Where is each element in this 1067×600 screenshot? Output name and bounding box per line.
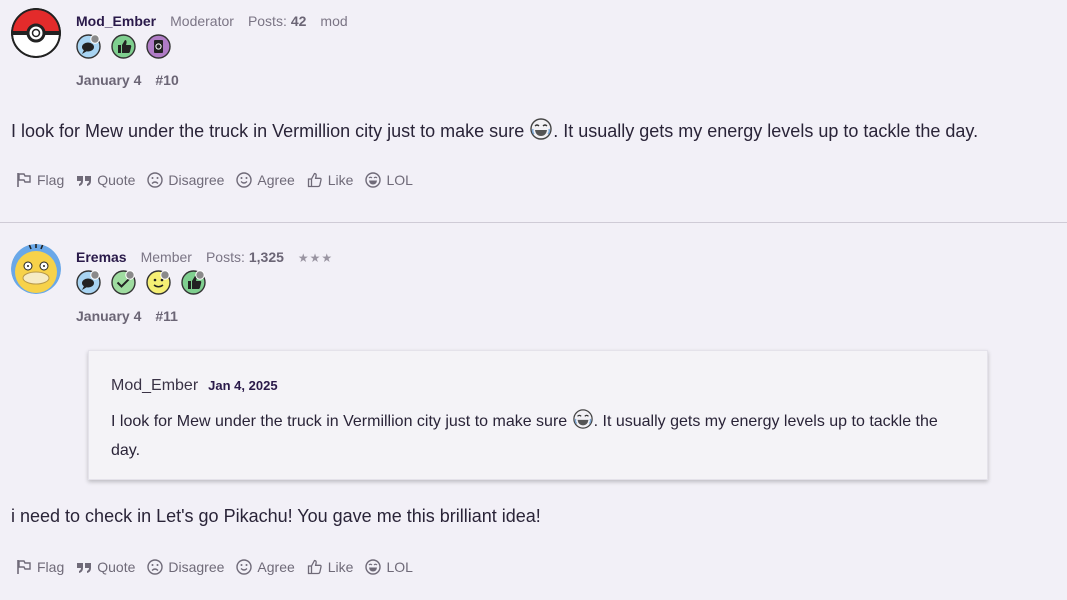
psyduck-icon [11,244,61,294]
date-link[interactable]: January 4 [76,308,141,324]
posts-count: 42 [290,13,307,29]
lol-label: LOL [386,172,413,188]
post-number-link[interactable]: #11 [155,308,178,324]
disagree-label: Disagree [168,172,225,188]
avatar-psyduck[interactable] [11,244,61,294]
like-label: Like [327,559,354,575]
agree-button[interactable]: Agree [236,172,295,188]
thumbs-up-icon [307,559,322,575]
agree-label: Agree [257,559,295,575]
badge-row [76,270,206,295]
laugh-icon [365,559,382,575]
quote-text-part-1: I look for Mew under the truck in Vermil… [111,413,572,430]
flag-button[interactable]: Flag [16,172,64,188]
like-button[interactable]: Like [307,559,354,575]
thumbs-up-icon [307,172,322,188]
reaction-bar: Flag Quote Disagree Agree Like LOL [16,172,425,188]
lol-button[interactable]: LOL [365,172,413,188]
flag-button[interactable]: Flag [16,559,64,575]
quote-label: Quote [97,559,136,575]
quote-header: Mod_Ember Jan 4, 2025 [111,377,278,395]
checkmark-icon[interactable] [111,270,136,295]
post-divider [0,222,1067,223]
post-body: I look for Mew under the truck in Vermil… [11,118,978,145]
posts-label: Posts: [247,13,287,29]
frown-icon [147,172,164,188]
thumbs-up-icon[interactable] [111,34,136,59]
agree-label: Agree [257,172,295,188]
post-text-part-2: . It usually gets my energy levels up to… [553,121,979,141]
smile-icon [236,172,253,188]
speech-bubble-icon[interactable] [76,270,101,295]
flag-label: Flag [37,172,65,188]
quote-icon [77,176,92,186]
badge-row [76,34,171,59]
quote-icon [77,563,92,573]
user-meta: Eremas Member Posts: 1,325 ★★★ [76,249,333,265]
post-date: January 4 #10 [76,72,179,88]
post-11: Eremas Member Posts: 1,325 ★★★ January 4… [0,224,1067,600]
user-meta: Mod_Ember Moderator Posts: 42 mod [76,13,348,29]
like-label: Like [327,172,354,188]
quote-button[interactable]: Quote [76,172,135,188]
user-role: Member [140,249,192,265]
disagree-button[interactable]: Disagree [147,172,224,188]
quote-date[interactable]: Jan 4, 2025 [208,378,277,393]
posts-label: Posts: [205,249,245,265]
post-number-link[interactable]: #10 [155,72,178,88]
flag-icon [17,173,31,187]
joy-emoji-icon [572,409,593,438]
post-body: i need to check in Let's go Pikachu! You… [11,506,541,527]
avatar-pokeball[interactable] [11,8,61,58]
post-date: January 4 #11 [76,308,178,324]
quote-author[interactable]: Mod_Ember [111,377,198,395]
flag-label: Flag [37,559,65,575]
username-link[interactable]: Eremas [76,249,127,265]
disagree-button[interactable]: Disagree [147,559,224,575]
quote-label: Quote [97,172,136,188]
post-text-part-1: I look for Mew under the truck in Vermil… [11,121,530,141]
disagree-label: Disagree [168,559,225,575]
username-link[interactable]: Mod_Ember [76,13,156,29]
thumbs-up-icon[interactable] [181,270,206,295]
posts-count: 1,325 [248,249,284,265]
joy-emoji-icon [530,118,552,145]
quote-button[interactable]: Quote [76,559,135,575]
quote-text: I look for Mew under the truck in Vermil… [111,409,941,464]
agree-button[interactable]: Agree [236,559,295,575]
post-10: Mod_Ember Moderator Posts: 42 mod Januar… [0,0,1067,223]
lol-label: LOL [386,559,413,575]
rank-stars: ★★★ [297,251,334,265]
reaction-bar: Flag Quote Disagree Agree Like LOL [16,559,425,575]
laugh-icon [365,172,382,188]
mod-tag: mod [320,13,348,29]
pokeball-icon [11,8,61,58]
date-link[interactable]: January 4 [76,72,141,88]
post-text: i need to check in Let's go Pikachu! You… [11,506,541,526]
like-button[interactable]: Like [307,172,354,188]
frown-icon [147,559,164,575]
notebook-icon[interactable] [146,34,171,59]
flag-icon [17,560,31,574]
smiley-icon[interactable] [146,270,171,295]
user-role: Moderator [170,13,234,29]
quote-block[interactable]: Mod_Ember Jan 4, 2025 I look for Mew und… [88,350,988,480]
smile-icon [236,559,253,575]
speech-bubble-icon[interactable] [76,34,101,59]
lol-button[interactable]: LOL [365,559,413,575]
